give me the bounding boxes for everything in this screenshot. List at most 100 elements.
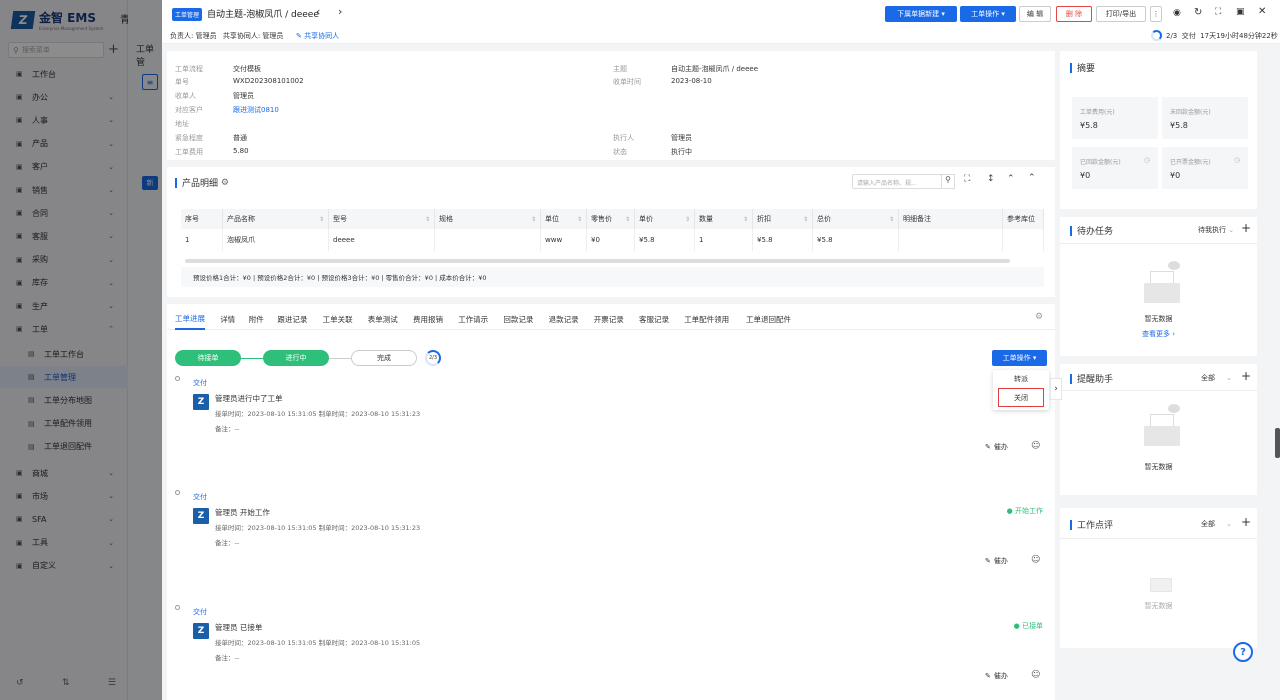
double-chevron-up-icon[interactable]: ⌃	[1028, 173, 1036, 183]
column-header[interactable]: 单位 ⇕	[541, 209, 587, 229]
timeline-title: 管理员 开始工作	[215, 508, 270, 517]
reminder-filter[interactable]: 全部 ⌄	[1201, 373, 1232, 383]
delete-button[interactable]: 删 除	[1056, 6, 1092, 22]
table-cell[interactable]: 泡椒凤爪	[223, 229, 329, 251]
height-icon[interactable]: ↕	[987, 174, 995, 184]
info-label: 收单人	[175, 92, 196, 100]
sub-document-new-button[interactable]: 下属单据新建 ▾	[885, 6, 957, 22]
table-cell	[1003, 229, 1044, 251]
tab-3[interactable]: 跟进记录	[277, 308, 307, 330]
column-header[interactable]: 单价 ⇕	[635, 209, 695, 229]
prev-record-icon[interactable]: ‹	[316, 5, 320, 18]
close-icon[interactable]: ✕	[1258, 6, 1266, 17]
tab-13[interactable]: 工单退回配件	[746, 308, 791, 330]
sort-icon[interactable]: ⇕	[531, 216, 536, 223]
collapse-right-panel-icon[interactable]: ›	[1050, 378, 1062, 400]
column-header[interactable]: 明细备注	[899, 209, 1003, 229]
column-header-label: 总价	[817, 215, 831, 223]
add-icon[interactable]: +	[1241, 369, 1251, 383]
tab-5[interactable]: 表单测试	[368, 308, 398, 330]
todo-filter[interactable]: 待我执行 ⌄	[1198, 225, 1234, 235]
gear-icon[interactable]: ⚙	[1035, 312, 1043, 322]
tab-6[interactable]: 费用报销	[413, 308, 443, 330]
print-export-button[interactable]: 打印/导出	[1096, 6, 1146, 22]
minimize-icon[interactable]: ▣	[1236, 7, 1245, 17]
info-value[interactable]: 跟进测试0810	[233, 105, 279, 115]
edit-icon: ✎	[296, 32, 302, 40]
info-icon[interactable]: ◷	[1144, 156, 1150, 164]
product-search-input[interactable]: 请输入产品名称、规...	[852, 174, 942, 189]
menu-item-transfer[interactable]: 转派	[993, 374, 1049, 386]
edit-button[interactable]: 编 辑	[1019, 6, 1051, 22]
help-icon[interactable]: ?	[1233, 642, 1253, 662]
urge-button[interactable]: ✎ 催办	[985, 442, 1008, 452]
workorder-operation-button[interactable]: 工单操作 ▾	[960, 6, 1016, 22]
tab-0[interactable]: 工单进展	[175, 308, 205, 330]
tab-2[interactable]: 附件	[249, 308, 264, 330]
stage-progress-name: 交付	[1181, 32, 1196, 40]
sort-icon[interactable]: ⇕	[425, 216, 430, 223]
review-empty-text: 暂无数据	[1144, 602, 1173, 610]
column-header[interactable]: 规格 ⇕	[435, 209, 541, 229]
refresh-icon[interactable]: ↻	[1194, 7, 1202, 18]
tab-1[interactable]: 详情	[220, 308, 235, 330]
urge-button[interactable]: ✎ 催办	[985, 556, 1008, 566]
view-more-link[interactable]: 查看更多 ›	[1060, 329, 1257, 339]
sort-icon[interactable]: ⇕	[803, 216, 808, 223]
add-icon[interactable]: +	[1241, 515, 1251, 529]
comment-icon[interactable]: ☺	[1031, 670, 1040, 680]
play-icon[interactable]: ◉	[1173, 8, 1181, 18]
tab-8[interactable]: 回款记录	[503, 308, 533, 330]
workorder-progress-card: 工单进展 详情 附件 跟进记录 工单关联 表单测试 费用报销 工作请示 回款记录 退款记录 开票记录…	[167, 304, 1055, 700]
fullscreen-icon[interactable]: ⛶	[1215, 7, 1221, 17]
next-record-icon[interactable]: ›	[338, 5, 342, 18]
tab-4[interactable]: 工单关联	[323, 308, 353, 330]
column-header[interactable]: 参考库位	[1003, 209, 1044, 229]
expand-icon[interactable]: ⛶	[964, 174, 970, 184]
tab-11[interactable]: 客服记录	[639, 308, 669, 330]
gear-icon[interactable]: ⚙	[221, 178, 229, 188]
horizontal-scrollbar[interactable]	[185, 259, 1010, 263]
column-header[interactable]: 型号 ⇕	[329, 209, 435, 229]
column-header[interactable]: 总价 ⇕	[813, 209, 899, 229]
modal-overlay[interactable]	[0, 0, 162, 700]
sort-icon[interactable]: ⇕	[685, 216, 690, 223]
product-table: 序号 1 产品名称 ⇕ 泡椒凤爪 型号 ⇕ deeee 规格 ⇕ 单位 ⇕ www 零售价 ⇕ ¥0 单价 ⇕ ¥5…	[181, 209, 1044, 263]
share-collaborator-link[interactable]: ✎ 共享协同人	[296, 31, 339, 41]
sort-icon[interactable]: ⇕	[743, 216, 748, 223]
column-header-label: 型号	[333, 215, 347, 223]
tab-9[interactable]: 退款记录	[549, 308, 579, 330]
comment-icon[interactable]: ☺	[1031, 441, 1040, 451]
todo-title: 待办任务	[1070, 224, 1113, 237]
more-icon[interactable]: ⋮	[1150, 6, 1162, 22]
sort-icon[interactable]: ⇕	[625, 216, 630, 223]
comment-icon[interactable]: ☺	[1031, 555, 1040, 565]
info-label: 状态	[613, 148, 627, 156]
tab-12[interactable]: 工单配件领用	[684, 308, 729, 330]
sort-icon[interactable]: ⇕	[319, 216, 324, 223]
urge-button[interactable]: ✎ 催办	[985, 671, 1008, 681]
sort-icon[interactable]: ⇕	[577, 216, 582, 223]
column-header[interactable]: 序号	[181, 209, 223, 229]
menu-item-close[interactable]: 关闭	[998, 388, 1044, 407]
workorder-operation-dropdown[interactable]: 工单操作 ▾	[992, 350, 1047, 366]
column-header[interactable]: 零售价 ⇕	[587, 209, 635, 229]
vertical-scrollbar[interactable]	[1275, 428, 1280, 458]
add-icon[interactable]: +	[1241, 221, 1251, 235]
column-header[interactable]: 折扣 ⇕	[753, 209, 813, 229]
tab-10[interactable]: 开票记录	[594, 308, 624, 330]
search-icon[interactable]: ⚲	[941, 174, 955, 189]
chevron-down-icon: ⌄	[1226, 374, 1233, 382]
column-header[interactable]: 数量 ⇕	[695, 209, 753, 229]
summary-card: 摘要 工单费用(元) ¥5.8 未回款金额(元) ¥5.8 已回款金额(元) ¥0 ◷ 已开票…	[1060, 51, 1257, 209]
urge-label: 催办	[993, 672, 1008, 680]
stat-value: ¥5.8	[1080, 121, 1098, 130]
column-header-label: 单位	[545, 215, 559, 223]
tab-7[interactable]: 工作请示	[458, 308, 488, 330]
chevron-up-icon[interactable]: ⌃	[1007, 174, 1015, 184]
sort-icon[interactable]: ⇕	[889, 216, 894, 223]
info-icon[interactable]: ◷	[1234, 156, 1240, 164]
stage-complete-pill: 完成	[351, 350, 417, 366]
column-header[interactable]: 产品名称 ⇕	[223, 209, 329, 229]
review-filter[interactable]: 全部 ⌄	[1201, 519, 1232, 529]
